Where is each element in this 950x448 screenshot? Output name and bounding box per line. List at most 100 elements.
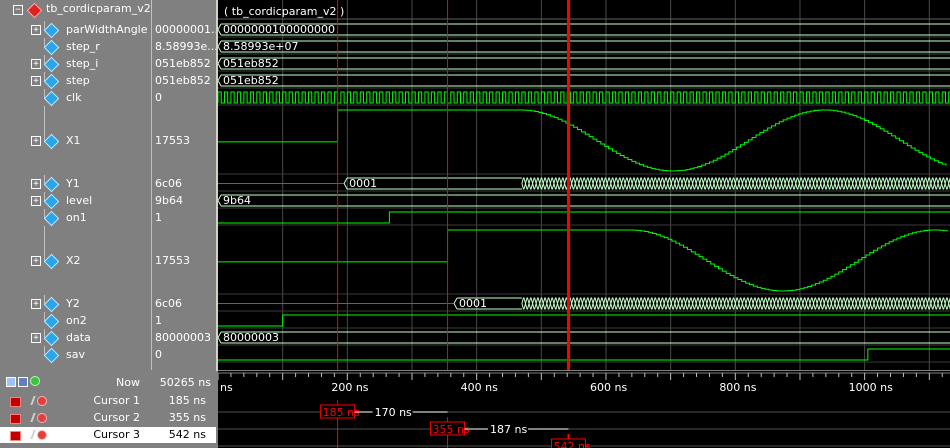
signal-icon (43, 22, 60, 38)
expand-icon[interactable]: + (31, 195, 41, 206)
bus-wave-Y2: 0001 (453, 297, 522, 310)
bus-wave-data: 80000003 (218, 331, 950, 344)
bus-value-label: 80000003 (223, 331, 279, 344)
cursor-value-1[interactable]: 185 ns (150, 394, 206, 407)
add-cursor-icon[interactable] (30, 376, 40, 386)
signal-value-Y1: 6c06 (155, 176, 183, 190)
lock-icon[interactable] (10, 431, 21, 441)
signal-row-Y2[interactable]: + Y2 (0, 295, 150, 312)
signal-row-level[interactable]: + level (0, 192, 150, 209)
expand-icon[interactable]: + (31, 178, 41, 189)
lock-icon[interactable] (10, 414, 21, 424)
root-wave-label: ( tb_cordicparam_v2 ) (224, 5, 344, 18)
signal-row-data[interactable]: + data (0, 329, 150, 346)
signal-row-on2[interactable]: on2 (0, 312, 150, 329)
tree-line (44, 226, 45, 261)
bus-wave-parWidthAngle: 0000000100000000 (218, 23, 950, 36)
lock-icon[interactable] (10, 397, 21, 407)
expand-icon[interactable]: + (31, 255, 41, 266)
cursor-edit-icon[interactable] (22, 413, 36, 422)
signal-row-step[interactable]: + step (0, 72, 150, 89)
instance-icon (26, 2, 43, 19)
now-value: 50265 ns (159, 376, 211, 389)
tick-label: 600 ns (590, 381, 627, 394)
signal-row-root[interactable]: − tb_cordicparam_v2 (0, 2, 151, 19)
signal-icon (43, 73, 60, 89)
now-label: Now (116, 376, 140, 389)
signal-name-on1: on1 (66, 210, 87, 224)
bus-wave-step_r: 8.58993e+07 (218, 40, 950, 53)
signal-icon (43, 330, 60, 346)
signal-row-X1[interactable]: + X1 (0, 106, 150, 175)
signal-name-step: step (66, 73, 90, 87)
bus-value-label: 051eb852 (223, 74, 279, 87)
cursor-name-2: Cursor 2 (93, 411, 140, 424)
signal-row-step_r[interactable]: step_r (0, 38, 150, 55)
expand-icon[interactable]: + (31, 58, 41, 69)
cursor-row-1[interactable]: Cursor 1 185 ns (0, 393, 216, 409)
waveform-canvas[interactable]: ( tb_cordicparam_v2 ) 0000000100000000 8.5… (218, 0, 950, 370)
cursor-time-label: 542 ns (553, 440, 590, 448)
expand-icon[interactable]: + (31, 75, 41, 86)
timeline-canvas[interactable]: ns 200 ns 400 ns 600 ns 800 ns 1000 ns 185 ns 1… (218, 371, 950, 448)
cursor-delta-label: 170 ns (375, 406, 412, 419)
waveform-panel[interactable]: ( tb_cordicparam_v2 ) 0000000100000000 8.5… (218, 0, 950, 370)
collapse-icon[interactable]: − (13, 5, 23, 15)
bit-wave-sav (218, 348, 950, 361)
cursor-value-3[interactable]: 542 ns (150, 428, 206, 441)
bus-value-label: 0001 (459, 297, 487, 310)
analog-wave-X1 (218, 109, 947, 172)
toolbar-icons (4, 375, 44, 387)
signal-value-step_i: 051eb852 (155, 56, 211, 70)
signal-row-Y1[interactable]: + Y1 (0, 175, 150, 192)
bus-value-label: 051eb852 (223, 57, 279, 70)
signal-name-step_i: step_i (66, 56, 99, 70)
tick-label: 800 ns (719, 381, 756, 394)
expand-icon[interactable]: + (31, 24, 41, 35)
cursor-row-2[interactable]: Cursor 2 355 ns (0, 410, 216, 426)
signal-name-parWidthAngle: parWidthAngle (66, 22, 148, 36)
signal-name-sav: sav (66, 347, 85, 361)
signal-row-sav[interactable]: sav (0, 346, 150, 363)
root-instance-label: tb_cordicparam_v2 (46, 2, 151, 15)
expand-icon[interactable]: + (31, 135, 41, 146)
signal-name-level: level (66, 193, 93, 207)
cursor-time-label: 185 ns (323, 406, 360, 419)
clock-wave (218, 91, 950, 104)
signal-value-step_r: 8.58993e... (155, 39, 218, 53)
signal-row-on1[interactable]: on1 (0, 209, 150, 226)
signal-value-parWidthAngle: 00000001... (155, 22, 222, 36)
bus-wave-step: 051eb852 (218, 74, 950, 87)
signal-name-panel: − tb_cordicparam_v2 + parWidthAngle step_r… (0, 0, 151, 370)
signal-icon (43, 313, 60, 329)
tick-label: 1000 ns (849, 381, 893, 394)
signal-row-X2[interactable]: + X2 (0, 226, 150, 295)
signal-row-step_i[interactable]: + step_i (0, 55, 150, 72)
signal-icon (43, 347, 60, 363)
signal-icon (43, 193, 60, 209)
cursor-edit-icon[interactable] (22, 430, 36, 439)
signal-value-level: 9b64 (155, 193, 183, 207)
signal-icon (43, 253, 60, 269)
signal-row-parWidthAngle[interactable]: + parWidthAngle (0, 21, 150, 38)
cursor-row-3[interactable]: Cursor 3 542 ns (0, 427, 216, 443)
signal-name-data: data (66, 330, 91, 344)
signal-name-Y1: Y1 (66, 176, 80, 190)
cursor-value-2[interactable]: 355 ns (150, 411, 206, 424)
signal-icon (43, 176, 60, 192)
signal-icon (43, 210, 60, 226)
bus-value-label: 9b64 (223, 194, 251, 207)
wave-window-icon[interactable] (6, 377, 16, 387)
signal-icon (43, 296, 60, 312)
signal-icon (43, 90, 60, 106)
signal-name-X2: X2 (66, 253, 81, 267)
signal-row-clk[interactable]: clk (0, 89, 150, 106)
expand-icon[interactable]: + (31, 298, 41, 309)
timeline-panel[interactable]: ns 200 ns 400 ns 600 ns 800 ns 1000 ns 185 ns 1… (218, 371, 950, 448)
signal-value-X1: 17553 (155, 133, 190, 147)
cursor-edit-icon[interactable] (22, 396, 36, 405)
bit-wave-on1 (218, 211, 950, 224)
layout-icon[interactable] (18, 377, 28, 387)
expand-icon[interactable]: + (31, 332, 41, 343)
analog-wave-X2 (218, 229, 948, 292)
